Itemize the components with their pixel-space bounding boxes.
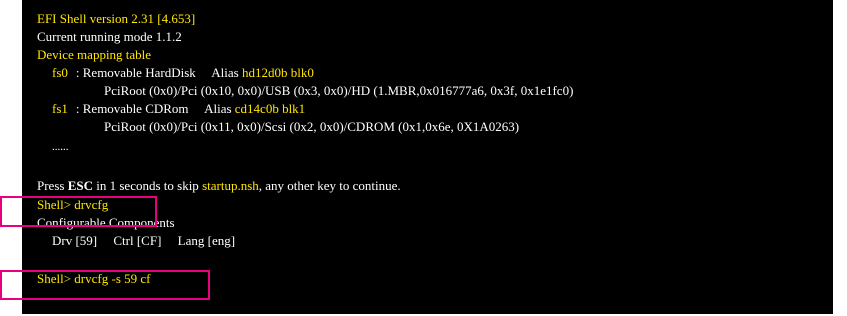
fs0-device-path: PciRoot (0x0)/Pci (0x10, 0x0)/USB (0x3, … <box>104 83 574 98</box>
esc-key-label: ESC <box>67 178 93 193</box>
startup-prompt-line: Press ESC in 1 seconds to skip startup.n… <box>37 178 401 194</box>
fs0-entry: fs0 : Removable HardDisk Alias hd12d0b bl… <box>52 65 314 81</box>
fs1-device-path: PciRoot (0x0)/Pci (0x11, 0x0)/Scsi (0x2,… <box>104 119 520 134</box>
press-post-text: , any other key to continue. <box>258 178 401 193</box>
fs1-entry: fs1 : Removable CDRom Alias cd14c0b blk1 <box>52 101 305 117</box>
fs0-description: : Removable HardDisk Alias <box>75 65 242 80</box>
annotation-box-drvcfg-s <box>0 270 210 300</box>
efi-shell-console[interactable]: EFI Shell version 2.31 [4.653] Current r… <box>22 0 833 314</box>
ellipsis: ...... <box>52 141 69 153</box>
shell-version-line: EFI Shell version 2.31 [4.653] <box>37 11 196 26</box>
press-mid-text: in 1 seconds to skip <box>93 178 203 193</box>
fs1-alias: cd14c0b blk1 <box>234 101 306 116</box>
annotation-box-drvcfg <box>0 196 157 227</box>
device-mapping-header: Device mapping table <box>37 47 152 62</box>
driver-component-line: Drv [59] Ctrl [CF] Lang [eng] <box>52 233 236 248</box>
fs0-name: fs0 <box>52 65 68 80</box>
fs1-name: fs1 <box>52 101 68 116</box>
fs1-description: : Removable CDRom Alias <box>75 101 235 116</box>
press-text: Press <box>37 178 68 193</box>
fs0-alias: hd12d0b blk0 <box>241 65 314 80</box>
running-mode-line: Current running mode 1.1.2 <box>37 29 182 44</box>
startup-nsh-filename: startup.nsh <box>202 178 259 193</box>
